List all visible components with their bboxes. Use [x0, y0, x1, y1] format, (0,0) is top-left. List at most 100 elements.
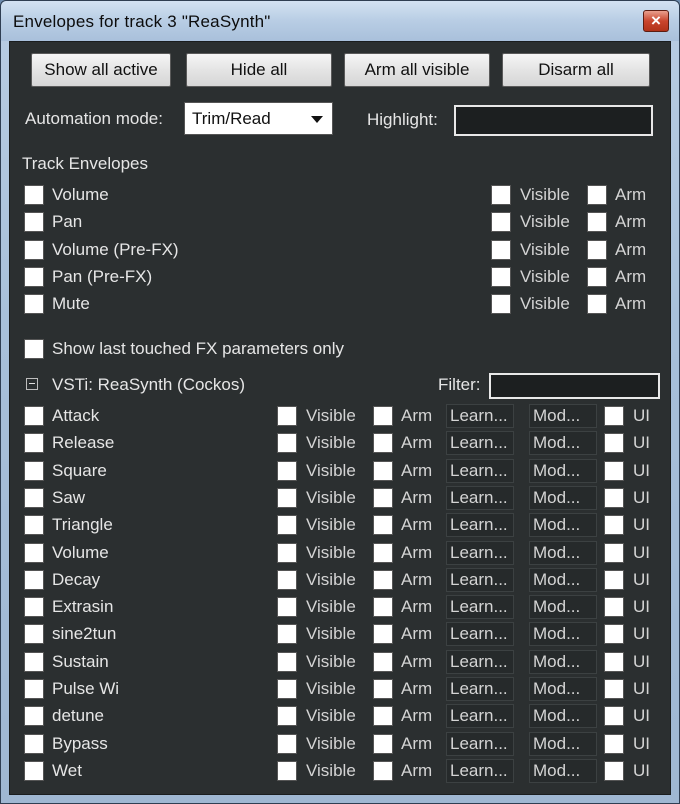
param-checkbox[interactable]	[24, 542, 44, 563]
arm-checkbox[interactable]	[373, 406, 393, 426]
param-checkbox[interactable]	[24, 760, 44, 781]
collapse-icon[interactable]	[26, 378, 38, 390]
visible-checkbox[interactable]	[491, 266, 511, 287]
mod-button[interactable]: Mod...	[529, 704, 597, 729]
arm-checkbox[interactable]	[373, 679, 393, 699]
arm-checkbox[interactable]	[373, 651, 393, 672]
hide-all-button[interactable]: Hide all	[186, 53, 332, 87]
show-last-touched-checkbox[interactable]	[24, 339, 44, 359]
ui-checkbox[interactable]	[604, 433, 624, 454]
visible-checkbox[interactable]	[277, 515, 297, 536]
arm-checkbox[interactable]	[587, 239, 607, 260]
filter-input[interactable]	[489, 373, 660, 399]
disarm-all-button[interactable]: Disarm all	[502, 53, 650, 87]
mod-button[interactable]: Mod...	[529, 677, 597, 701]
param-checkbox[interactable]	[24, 706, 44, 727]
ui-checkbox[interactable]	[604, 706, 624, 727]
ui-checkbox[interactable]	[604, 760, 624, 781]
track-envelope-checkbox[interactable]	[24, 294, 44, 315]
learn-button[interactable]: Learn...	[446, 704, 514, 729]
automation-mode-dropdown[interactable]: Trim/Read	[184, 102, 333, 135]
visible-checkbox[interactable]	[277, 406, 297, 426]
learn-button[interactable]: Learn...	[446, 513, 514, 538]
visible-checkbox[interactable]	[491, 294, 511, 315]
learn-button[interactable]: Learn...	[446, 677, 514, 701]
arm-all-visible-button[interactable]: Arm all visible	[344, 53, 490, 87]
mod-button[interactable]: Mod...	[529, 567, 597, 592]
mod-button[interactable]: Mod...	[529, 458, 597, 483]
mod-button[interactable]: Mod...	[529, 731, 597, 756]
track-envelope-checkbox[interactable]	[24, 185, 44, 205]
arm-checkbox[interactable]	[373, 706, 393, 727]
param-checkbox[interactable]	[24, 733, 44, 754]
visible-checkbox[interactable]	[277, 733, 297, 754]
arm-checkbox[interactable]	[373, 515, 393, 536]
learn-button[interactable]: Learn...	[446, 622, 514, 647]
mod-button[interactable]: Mod...	[529, 649, 597, 674]
mod-button[interactable]: Mod...	[529, 758, 597, 783]
visible-checkbox[interactable]	[277, 651, 297, 672]
arm-checkbox[interactable]	[373, 760, 393, 781]
close-button[interactable]: ×	[643, 10, 669, 32]
learn-button[interactable]: Learn...	[446, 731, 514, 756]
learn-button[interactable]: Learn...	[446, 758, 514, 783]
arm-checkbox[interactable]	[373, 542, 393, 563]
mod-button[interactable]: Mod...	[529, 540, 597, 565]
visible-checkbox[interactable]	[277, 487, 297, 508]
ui-checkbox[interactable]	[604, 733, 624, 754]
highlight-input[interactable]	[454, 105, 653, 136]
visible-checkbox[interactable]	[277, 460, 297, 481]
param-checkbox[interactable]	[24, 433, 44, 454]
arm-checkbox[interactable]	[587, 294, 607, 315]
param-checkbox[interactable]	[24, 487, 44, 508]
title-bar[interactable]: Envelopes for track 3 "ReaSynth" ×	[1, 1, 679, 41]
learn-button[interactable]: Learn...	[446, 540, 514, 565]
learn-button[interactable]: Learn...	[446, 567, 514, 592]
learn-button[interactable]: Learn...	[446, 595, 514, 620]
visible-checkbox[interactable]	[277, 624, 297, 645]
param-checkbox[interactable]	[24, 569, 44, 590]
ui-checkbox[interactable]	[604, 406, 624, 426]
arm-checkbox[interactable]	[373, 433, 393, 454]
visible-checkbox[interactable]	[491, 185, 511, 205]
param-checkbox[interactable]	[24, 460, 44, 481]
mod-button[interactable]: Mod...	[529, 513, 597, 538]
visible-checkbox[interactable]	[277, 706, 297, 727]
learn-button[interactable]: Learn...	[446, 485, 514, 510]
visible-checkbox[interactable]	[277, 679, 297, 699]
arm-checkbox[interactable]	[373, 487, 393, 508]
arm-checkbox[interactable]	[373, 733, 393, 754]
mod-button[interactable]: Mod...	[529, 485, 597, 510]
ui-checkbox[interactable]	[604, 460, 624, 481]
param-checkbox[interactable]	[24, 679, 44, 699]
arm-checkbox[interactable]	[373, 597, 393, 618]
ui-checkbox[interactable]	[604, 679, 624, 699]
visible-checkbox[interactable]	[277, 597, 297, 618]
learn-button[interactable]: Learn...	[446, 649, 514, 674]
param-checkbox[interactable]	[24, 624, 44, 645]
ui-checkbox[interactable]	[604, 542, 624, 563]
ui-checkbox[interactable]	[604, 487, 624, 508]
visible-checkbox[interactable]	[277, 542, 297, 563]
arm-checkbox[interactable]	[373, 624, 393, 645]
param-checkbox[interactable]	[24, 597, 44, 618]
arm-checkbox[interactable]	[587, 212, 607, 233]
ui-checkbox[interactable]	[604, 597, 624, 618]
mod-button[interactable]: Mod...	[529, 404, 597, 428]
learn-button[interactable]: Learn...	[446, 458, 514, 483]
track-envelope-checkbox[interactable]	[24, 212, 44, 233]
mod-button[interactable]: Mod...	[529, 595, 597, 620]
ui-checkbox[interactable]	[604, 515, 624, 536]
visible-checkbox[interactable]	[491, 212, 511, 233]
arm-checkbox[interactable]	[587, 266, 607, 287]
learn-button[interactable]: Learn...	[446, 404, 514, 428]
mod-button[interactable]: Mod...	[529, 622, 597, 647]
visible-checkbox[interactable]	[491, 239, 511, 260]
visible-checkbox[interactable]	[277, 569, 297, 590]
arm-checkbox[interactable]	[373, 569, 393, 590]
track-envelope-checkbox[interactable]	[24, 266, 44, 287]
ui-checkbox[interactable]	[604, 651, 624, 672]
ui-checkbox[interactable]	[604, 569, 624, 590]
ui-checkbox[interactable]	[604, 624, 624, 645]
param-checkbox[interactable]	[24, 651, 44, 672]
